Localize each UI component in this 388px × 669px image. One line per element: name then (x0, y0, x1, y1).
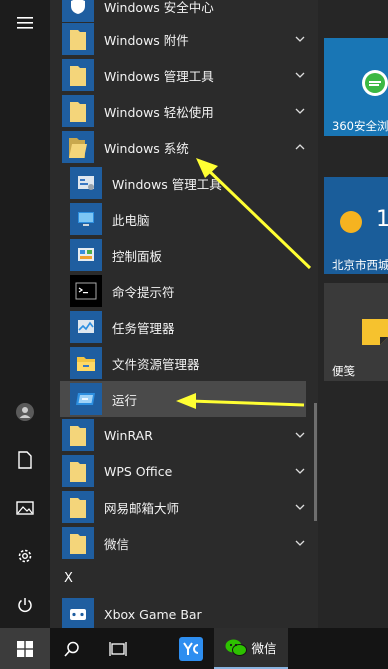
yc-app-icon (179, 636, 203, 661)
folder-windows-accessories[interactable]: Windows 附件 (62, 21, 306, 57)
chevron-down-icon (295, 504, 305, 510)
chevron-down-icon (295, 540, 305, 546)
run-icon (70, 383, 102, 415)
list-item-file-explorer[interactable]: 文件资源管理器 (70, 345, 306, 381)
start-button[interactable] (0, 628, 50, 669)
list-item-task-manager[interactable]: 任务管理器 (70, 309, 306, 345)
chevron-down-icon (295, 36, 305, 42)
list-item-label: 此电脑 (112, 212, 150, 228)
tile-area: 360安全浏 1 北京市西城 便笺 (318, 0, 388, 628)
hamburger-menu-icon[interactable] (0, 0, 50, 46)
tile-360-security[interactable]: 360安全浏 (324, 38, 388, 136)
section-letter-x[interactable]: X (64, 571, 73, 586)
windows-security-icon (62, 0, 94, 22)
list-item-label: 任务管理器 (112, 320, 175, 336)
folder-wechat[interactable]: 微信 (62, 525, 306, 561)
chevron-down-icon (295, 108, 305, 114)
user-icon[interactable] (0, 389, 50, 435)
task-view-icon (109, 641, 127, 656)
list-item-label: Windows 管理工具 (112, 176, 222, 192)
list-item-label: 命令提示符 (112, 284, 175, 300)
360-security-icon (362, 70, 388, 96)
folder-label: 微信 (104, 536, 130, 552)
tile-sticky-notes[interactable]: 便笺 (324, 283, 388, 381)
folder-icon (62, 95, 94, 127)
pictures-icon[interactable] (0, 485, 50, 531)
chevron-down-icon (295, 432, 305, 438)
chevron-up-icon (295, 144, 305, 150)
taskbar-app-label: 微信 (251, 641, 277, 656)
scrollbar-thumb[interactable] (314, 403, 317, 521)
sun-icon (340, 211, 362, 233)
tile-weather[interactable]: 1 北京市西城 (324, 177, 388, 274)
list-item-label: Xbox Game Bar (104, 606, 202, 622)
folder-label: Windows 附件 (104, 32, 189, 48)
task-view-button[interactable] (96, 628, 140, 669)
folder-icon (62, 455, 94, 487)
control-panel-icon (70, 239, 102, 271)
taskbar-app-wechat[interactable]: 微信 (214, 628, 288, 669)
list-item-label: Windows 安全中心 (104, 0, 214, 15)
search-button[interactable] (50, 628, 94, 669)
sticky-notes-icon (362, 319, 388, 345)
app-list: Windows 安全中心 Windows 附件 Windows 管理工具 Win… (50, 0, 318, 630)
folder-icon (62, 23, 94, 55)
folder-label: Windows 管理工具 (104, 68, 214, 84)
power-icon[interactable] (0, 582, 50, 628)
tile-label: 北京市西城 (332, 258, 388, 272)
folder-label: Windows 轻松使用 (104, 104, 214, 120)
folder-windows-system[interactable]: Windows 系统 (62, 129, 306, 165)
folder-label: 网易邮箱大师 (104, 500, 180, 516)
tile-label: 便笺 (332, 364, 355, 378)
xbox-icon (62, 598, 94, 630)
folder-icon (62, 419, 94, 451)
task-manager-icon (70, 311, 102, 343)
chevron-down-icon (295, 72, 305, 78)
folder-windows-admin-tools[interactable]: Windows 管理工具 (62, 57, 306, 93)
list-item-command-prompt[interactable]: 命令提示符 (70, 273, 306, 309)
open-folder-icon (62, 131, 94, 163)
tile-label: 360安全浏 (332, 119, 388, 133)
folder-label: WinRAR (104, 427, 153, 443)
start-rail (0, 0, 50, 628)
taskbar: 微信 (0, 628, 388, 669)
folder-wps-office[interactable]: WPS Office (62, 453, 306, 489)
folder-netease-mail-master[interactable]: 网易邮箱大师 (62, 489, 306, 525)
list-item-run[interactable]: 运行 (60, 381, 306, 417)
list-item-this-pc[interactable]: 此电脑 (70, 201, 306, 237)
folder-icon (62, 59, 94, 91)
wechat-icon (225, 639, 248, 656)
list-item-xbox-game-bar[interactable]: Xbox Game Bar (62, 596, 306, 632)
file-explorer-icon (70, 347, 102, 379)
list-item-control-panel[interactable]: 控制面板 (70, 237, 306, 273)
taskbar-app-yc[interactable] (170, 628, 212, 669)
weather-temperature: 1 (376, 207, 388, 232)
list-item-admin-tools[interactable]: Windows 管理工具 (70, 165, 306, 201)
folder-icon (62, 491, 94, 523)
list-item-label: 文件资源管理器 (112, 356, 200, 372)
list-item-label: 控制面板 (112, 248, 163, 264)
folder-label: WPS Office (104, 463, 173, 479)
admin-tools-icon (70, 167, 102, 199)
document-icon[interactable] (0, 437, 50, 483)
folder-windows-ease-of-access[interactable]: Windows 轻松使用 (62, 93, 306, 129)
folder-icon (62, 527, 94, 559)
list-item-label: 运行 (112, 392, 138, 408)
settings-icon[interactable] (0, 533, 50, 579)
folder-label: Windows 系统 (104, 140, 189, 156)
windows-logo-icon (17, 640, 33, 657)
search-icon (64, 641, 79, 657)
folder-winrar[interactable]: WinRAR (62, 417, 306, 453)
command-prompt-icon (70, 275, 102, 307)
this-pc-icon (70, 203, 102, 235)
chevron-down-icon (295, 468, 305, 474)
